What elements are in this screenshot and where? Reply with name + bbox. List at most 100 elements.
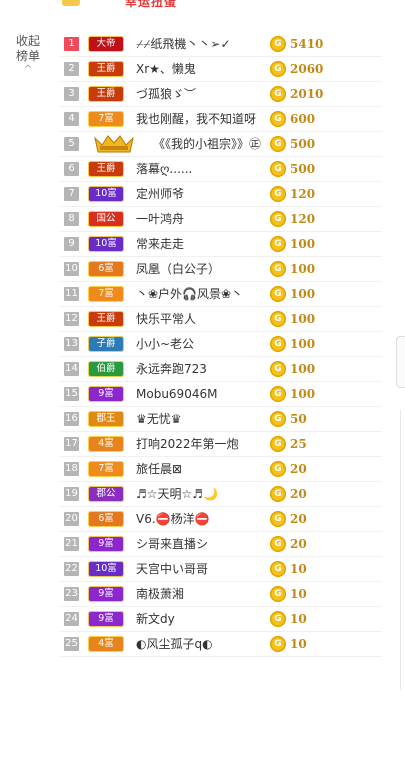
level-badge: 王爵 — [88, 311, 124, 327]
ranking-row[interactable]: 9 10富 常来走走 G 100 — [59, 232, 382, 257]
user-name[interactable]: V6.⛔杨洋⛔ — [136, 507, 210, 532]
ranking-row[interactable]: 10 6富 凤凰（白公子） G 100 — [59, 257, 382, 282]
ranking-row[interactable]: 8 国公 一叶鸿舟 G 120 — [59, 207, 382, 232]
user-name[interactable]: 天宫中い哥哥 — [136, 557, 208, 582]
top-banner: 幸运扭蛋 — [0, 0, 405, 14]
score-value: 100 — [290, 337, 316, 351]
ranking-row[interactable]: 5 《《我的小祖宗》》㊣ G 500 — [59, 132, 382, 157]
user-name[interactable]: 落幕ღ...... — [136, 157, 192, 182]
ranking-row[interactable]: 1 大帝 ⌿⌿纸飛機丶丶➢✓ G 5410 — [59, 32, 382, 57]
coin-icon: G — [270, 136, 286, 152]
ranking-row[interactable]: 25 4富 ◐风尘孤子q◐ G 10 — [59, 632, 382, 657]
score-value: 2060 — [290, 62, 324, 76]
ranking-row[interactable]: 16 郡王 ♛无忧♛ G 50 — [59, 407, 382, 432]
coin-icon: G — [270, 111, 286, 127]
user-name[interactable]: ♬☆天明☆♬🌙 — [136, 482, 218, 507]
score-value: 100 — [290, 237, 316, 251]
level-badge: 4富 — [88, 636, 124, 652]
ranking-row[interactable]: 14 伯爵 永远奔跑723 G 100 — [59, 357, 382, 382]
user-name[interactable]: ⌿⌿纸飛機丶丶➢✓ — [136, 32, 231, 57]
ranking-row[interactable]: 12 王爵 快乐平常人 G 100 — [59, 307, 382, 332]
user-name[interactable]: シ哥来直播シ — [136, 532, 208, 557]
user-name[interactable]: 我也刚醒，我不知道呀 — [136, 107, 256, 132]
score-value: 25 — [290, 437, 307, 451]
score-value: 100 — [290, 387, 316, 401]
ranking-row[interactable]: 21 9富 シ哥来直播シ G 20 — [59, 532, 382, 557]
coin-icon: G — [270, 611, 286, 627]
user-name[interactable]: 一叶鸿舟 — [136, 207, 184, 232]
rank-number: 14 — [64, 362, 79, 376]
ranking-row[interactable]: 6 王爵 落幕ღ...... G 500 — [59, 157, 382, 182]
rank-number: 3 — [64, 87, 79, 101]
coin-icon: G — [270, 586, 286, 602]
ranking-row[interactable]: 24 9富 新文dy G 10 — [59, 607, 382, 632]
user-name[interactable]: 丶❀户外🎧风景❀丶 — [136, 282, 243, 307]
level-badge: 伯爵 — [88, 361, 124, 377]
coin-icon: G — [270, 386, 286, 402]
score-value: 20 — [290, 512, 307, 526]
user-name[interactable]: 打响2022年第一炮 — [136, 432, 239, 457]
ranking-row[interactable]: 11 7富 丶❀户外🎧风景❀丶 G 100 — [59, 282, 382, 307]
user-name[interactable]: ◐风尘孤子q◐ — [136, 632, 213, 657]
side-expand-handle[interactable] — [396, 336, 405, 388]
rank-number: 15 — [64, 387, 79, 401]
user-name[interactable]: 小小~老公 — [136, 332, 194, 357]
ranking-row[interactable]: 19 郡公 ♬☆天明☆♬🌙 G 20 — [59, 482, 382, 507]
coin-icon: G — [270, 261, 286, 277]
score-value: 10 — [290, 612, 307, 626]
level-badge: 7富 — [88, 286, 124, 302]
rank-number: 23 — [64, 587, 79, 601]
rank-number: 12 — [64, 312, 79, 326]
level-badge: 国公 — [88, 211, 124, 227]
user-name[interactable]: 旅任晨⊠ — [136, 457, 182, 482]
user-name[interactable]: 常来走走 — [136, 232, 184, 257]
user-name[interactable]: ♛无忧♛ — [136, 407, 182, 432]
user-name[interactable]: 《《我的小祖宗》》㊣ — [153, 132, 261, 157]
rank-number: 24 — [64, 612, 79, 626]
ranking-row[interactable]: 20 6富 V6.⛔杨洋⛔ G 20 — [59, 507, 382, 532]
banner-title: 幸运扭蛋 — [125, 0, 178, 9]
user-name[interactable]: Mobu69046M — [136, 382, 217, 407]
level-badge: 郡王 — [88, 411, 124, 427]
ranking-row[interactable]: 3 王爵 づ孤狼ゞ︶ G 2010 — [59, 82, 382, 107]
coin-icon: G — [270, 286, 286, 302]
rank-number: 10 — [64, 262, 79, 276]
rank-number: 18 — [64, 462, 79, 476]
coin-icon: G — [270, 461, 286, 477]
level-badge: 7富 — [88, 111, 124, 127]
user-name[interactable]: 定州师爷 — [136, 182, 184, 207]
chevron-up-icon: ^ — [23, 64, 33, 75]
rank-number: 4 — [64, 112, 79, 126]
ranking-row[interactable]: 18 7富 旅任晨⊠ G 20 — [59, 457, 382, 482]
user-name[interactable]: Xr★、懒鬼 — [136, 57, 196, 82]
ranking-row[interactable]: 22 10富 天宫中い哥哥 G 10 — [59, 557, 382, 582]
crown-icon — [62, 0, 80, 6]
score-value: 100 — [290, 287, 316, 301]
collapse-ranking-button[interactable]: 收起 榜单 ^ — [0, 34, 56, 75]
ranking-row[interactable]: 13 子爵 小小~老公 G 100 — [59, 332, 382, 357]
user-name[interactable]: づ孤狼ゞ︶ — [136, 82, 196, 107]
level-badge: 10富 — [88, 236, 124, 252]
ranking-row[interactable]: 15 9富 Mobu69046M G 100 — [59, 382, 382, 407]
ranking-row[interactable]: 2 王爵 Xr★、懒鬼 G 2060 — [59, 57, 382, 82]
user-name[interactable]: 南极萧湘 — [136, 582, 184, 607]
ranking-row[interactable]: 4 7富 我也刚醒，我不知道呀 G 600 — [59, 107, 382, 132]
score-value: 20 — [290, 462, 307, 476]
ranking-row[interactable]: 7 10富 定州师爷 G 120 — [59, 182, 382, 207]
level-badge: 9富 — [88, 386, 124, 402]
coin-icon: G — [270, 361, 286, 377]
score-value: 100 — [290, 262, 316, 276]
user-name[interactable]: 快乐平常人 — [136, 307, 196, 332]
user-name[interactable]: 新文dy — [136, 607, 175, 632]
rank-number: 2 — [64, 62, 79, 76]
ranking-row[interactable]: 23 9富 南极萧湘 G 10 — [59, 582, 382, 607]
coin-icon: G — [270, 36, 286, 52]
user-name[interactable]: 永远奔跑723 — [136, 357, 207, 382]
user-name[interactable]: 凤凰（白公子） — [136, 257, 220, 282]
coin-icon: G — [270, 161, 286, 177]
ranking-row[interactable]: 17 4富 打响2022年第一炮 G 25 — [59, 432, 382, 457]
coin-icon: G — [270, 561, 286, 577]
collapse-label-line1: 收起 — [15, 34, 40, 48]
coin-icon: G — [270, 486, 286, 502]
coin-icon: G — [270, 211, 286, 227]
